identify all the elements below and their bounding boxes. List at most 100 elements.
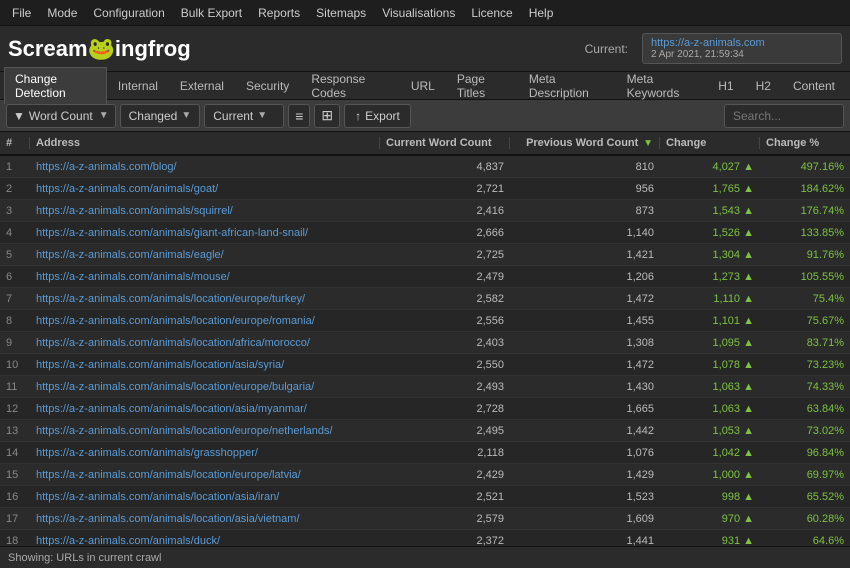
cell-index: 8 — [0, 315, 30, 327]
table-row[interactable]: 17 https://a-z-animals.com/animals/locat… — [0, 508, 850, 530]
tab-page-titles[interactable]: Page Titles — [446, 67, 518, 104]
cell-current: 4,837 — [380, 161, 510, 173]
cell-previous: 1,140 — [510, 227, 660, 239]
cell-address[interactable]: https://a-z-animals.com/animals/location… — [30, 513, 380, 525]
table-row[interactable]: 3 https://a-z-animals.com/animals/squirr… — [0, 200, 850, 222]
cell-address[interactable]: https://a-z-animals.com/animals/location… — [30, 293, 380, 305]
tab-internal[interactable]: Internal — [107, 74, 169, 97]
cell-pct: 96.84% — [760, 447, 850, 459]
status-text: Showing: URLs in current crawl — [8, 552, 161, 564]
menu-configuration[interactable]: Configuration — [85, 4, 172, 22]
cell-address[interactable]: https://a-z-animals.com/animals/location… — [30, 469, 380, 481]
col-address[interactable]: Address — [30, 137, 380, 149]
table-row[interactable]: 16 https://a-z-animals.com/animals/locat… — [0, 486, 850, 508]
tab-external[interactable]: External — [169, 74, 235, 97]
cell-address[interactable]: https://a-z-animals.com/animals/duck/ — [30, 535, 380, 547]
cell-previous: 1,523 — [510, 491, 660, 503]
cell-address[interactable]: https://a-z-animals.com/animals/location… — [30, 381, 380, 393]
table-row[interactable]: 7 https://a-z-animals.com/animals/locati… — [0, 288, 850, 310]
cell-current: 2,521 — [380, 491, 510, 503]
table-row[interactable]: 5 https://a-z-animals.com/animals/eagle/… — [0, 244, 850, 266]
table-row[interactable]: 14 https://a-z-animals.com/animals/grass… — [0, 442, 850, 464]
menu-sitemaps[interactable]: Sitemaps — [308, 4, 374, 22]
cell-current: 2,493 — [380, 381, 510, 393]
changed-dropdown[interactable]: Changed ▼ — [120, 104, 201, 128]
cell-address[interactable]: https://a-z-animals.com/animals/location… — [30, 491, 380, 503]
tab-security[interactable]: Security — [235, 74, 300, 97]
menubar: File Mode Configuration Bulk Export Repo… — [0, 0, 850, 26]
table-row[interactable]: 13 https://a-z-animals.com/animals/locat… — [0, 420, 850, 442]
cell-change: 1,273 ▲ — [660, 271, 760, 283]
cell-pct: 64.6% — [760, 535, 850, 547]
cell-address[interactable]: https://a-z-animals.com/animals/location… — [30, 359, 380, 371]
table-row[interactable]: 15 https://a-z-animals.com/animals/locat… — [0, 464, 850, 486]
table-row[interactable]: 9 https://a-z-animals.com/animals/locati… — [0, 332, 850, 354]
cell-previous: 873 — [510, 205, 660, 217]
col-change-pct[interactable]: Change % — [760, 137, 850, 149]
cell-address[interactable]: https://a-z-animals.com/animals/mouse/ — [30, 271, 380, 283]
export-icon: ↑ — [355, 109, 361, 123]
table-row[interactable]: 1 https://a-z-animals.com/blog/ 4,837 81… — [0, 156, 850, 178]
table-row[interactable]: 6 https://a-z-animals.com/animals/mouse/… — [0, 266, 850, 288]
tab-change-detection[interactable]: Change Detection — [4, 67, 107, 104]
current-label: Current: — [585, 42, 628, 56]
cell-pct: 74.33% — [760, 381, 850, 393]
col-current-word-count[interactable]: Current Word Count — [380, 137, 510, 149]
cell-change: 1,101 ▲ — [660, 315, 760, 327]
cell-change: 1,543 ▲ — [660, 205, 760, 217]
cell-pct: 73.23% — [760, 359, 850, 371]
cell-pct: 133.85% — [760, 227, 850, 239]
menu-mode[interactable]: Mode — [39, 4, 85, 22]
cell-pct: 75.67% — [760, 315, 850, 327]
current-url: https://a-z-animals.com — [651, 37, 833, 49]
grid-view-button[interactable]: ⊞ — [314, 104, 340, 128]
table-row[interactable]: 18 https://a-z-animals.com/animals/duck/… — [0, 530, 850, 546]
export-button[interactable]: ↑ Export — [344, 104, 411, 128]
cell-index: 5 — [0, 249, 30, 261]
col-change[interactable]: Change — [660, 137, 760, 149]
menu-visualisations[interactable]: Visualisations — [374, 4, 463, 22]
cell-address[interactable]: https://a-z-animals.com/animals/location… — [30, 403, 380, 415]
cell-address[interactable]: https://a-z-animals.com/animals/location… — [30, 425, 380, 437]
cell-address[interactable]: https://a-z-animals.com/animals/grasshop… — [30, 447, 380, 459]
tab-url[interactable]: URL — [400, 74, 446, 97]
filter-icon-container[interactable]: ▼ Word Count ▼ — [6, 104, 116, 128]
tab-meta-keywords[interactable]: Meta Keywords — [616, 67, 708, 104]
cell-address[interactable]: https://a-z-animals.com/animals/goat/ — [30, 183, 380, 195]
menu-licence[interactable]: Licence — [463, 4, 520, 22]
cell-pct: 83.71% — [760, 337, 850, 349]
list-view-button[interactable]: ≡ — [288, 104, 310, 128]
cell-change: 1,078 ▲ — [660, 359, 760, 371]
table-row[interactable]: 12 https://a-z-animals.com/animals/locat… — [0, 398, 850, 420]
table-row[interactable]: 11 https://a-z-animals.com/animals/locat… — [0, 376, 850, 398]
tab-h2[interactable]: H2 — [745, 74, 782, 97]
tab-content[interactable]: Content — [782, 74, 846, 97]
menu-help[interactable]: Help — [521, 4, 562, 22]
tab-meta-description[interactable]: Meta Description — [518, 67, 616, 104]
cell-address[interactable]: https://a-z-animals.com/animals/location… — [30, 337, 380, 349]
table-row[interactable]: 10 https://a-z-animals.com/animals/locat… — [0, 354, 850, 376]
table-row[interactable]: 8 https://a-z-animals.com/animals/locati… — [0, 310, 850, 332]
cell-pct: 65.52% — [760, 491, 850, 503]
table-row[interactable]: 2 https://a-z-animals.com/animals/goat/ … — [0, 178, 850, 200]
cell-change: 1,042 ▲ — [660, 447, 760, 459]
search-input[interactable] — [724, 104, 844, 128]
menu-bulk-export[interactable]: Bulk Export — [173, 4, 250, 22]
menu-reports[interactable]: Reports — [250, 4, 308, 22]
cell-address[interactable]: https://a-z-animals.com/animals/squirrel… — [30, 205, 380, 217]
table-row[interactable]: 4 https://a-z-animals.com/animals/giant-… — [0, 222, 850, 244]
cell-address[interactable]: https://a-z-animals.com/animals/eagle/ — [30, 249, 380, 261]
menu-file[interactable]: File — [4, 4, 39, 22]
cell-address[interactable]: https://a-z-animals.com/animals/giant-af… — [30, 227, 380, 239]
cell-address[interactable]: https://a-z-animals.com/animals/location… — [30, 315, 380, 327]
col-previous-word-count[interactable]: Previous Word Count ▼ — [510, 137, 660, 149]
current-date: 2 Apr 2021, 21:59:34 — [651, 49, 833, 60]
cell-address[interactable]: https://a-z-animals.com/blog/ — [30, 161, 380, 173]
cell-index: 4 — [0, 227, 30, 239]
tab-response-codes[interactable]: Response Codes — [300, 67, 400, 104]
tab-h1[interactable]: H1 — [707, 74, 744, 97]
statusbar: Showing: URLs in current crawl — [0, 546, 850, 568]
cell-change: 1,765 ▲ — [660, 183, 760, 195]
current-dropdown[interactable]: Current ▼ — [204, 104, 284, 128]
filter-label: Word Count — [29, 109, 93, 123]
